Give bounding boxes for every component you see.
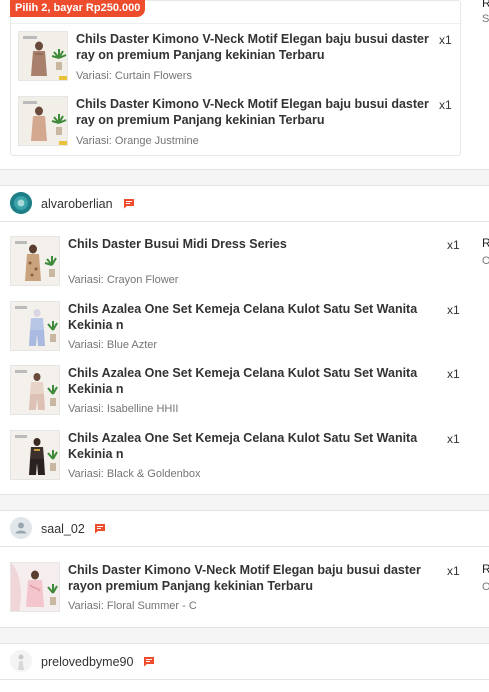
product-quantity: x1 — [447, 238, 460, 252]
product-thumbnail[interactable] — [10, 365, 60, 415]
product-name[interactable]: Chils Daster Kimono V-Neck Motif Elegan … — [76, 32, 436, 63]
product-name[interactable]: Chils Azalea One Set Kemeja Celana Kulot… — [68, 302, 443, 333]
product-name[interactable]: Chils Daster Busui Midi Dress Series — [68, 237, 443, 253]
product-variation: Variasi: Crayon Flower — [68, 274, 179, 286]
shop-header[interactable]: prelovedbyme90 — [0, 644, 489, 680]
product-name[interactable]: Chils Daster Kimono V-Neck Motif Elegan … — [68, 563, 443, 594]
shop-avatar[interactable] — [10, 192, 32, 214]
shop-avatar[interactable] — [10, 650, 32, 672]
order-status-column: R O — [482, 562, 489, 593]
section-divider — [0, 679, 489, 680]
bundle-promo-badge: Pilih 2, bayar Rp250.000 — [10, 0, 146, 17]
shop-header[interactable]: saal_02 — [0, 511, 489, 547]
bundle-separator — [11, 23, 462, 24]
shop-name[interactable]: saal_02 — [41, 522, 85, 536]
product-quantity: x1 — [439, 98, 452, 112]
status-text: R — [482, 562, 489, 576]
section-gap — [0, 495, 489, 510]
status-text: R — [482, 236, 489, 250]
order-status-column: R S — [482, 0, 489, 25]
status-subtext: S — [482, 13, 489, 25]
product-thumbnail[interactable] — [10, 236, 60, 286]
product-variation: Variasi: Orange Justmine — [76, 135, 199, 147]
product-quantity: x1 — [447, 564, 460, 578]
product-quantity: x1 — [439, 33, 452, 47]
product-name[interactable]: Chils Azalea One Set Kemeja Celana Kulot… — [68, 366, 443, 397]
product-variation: Variasi: Curtain Flowers — [76, 70, 192, 82]
product-quantity: x1 — [447, 303, 460, 317]
section-gap — [0, 170, 489, 185]
product-variation: Variasi: Floral Summer - C — [68, 600, 197, 612]
shop-header[interactable]: alvaroberlian — [0, 186, 489, 222]
product-variation: Variasi: Black & Goldenbox — [68, 468, 201, 480]
product-thumbnail[interactable] — [10, 562, 60, 612]
product-variation: Variasi: Blue Azter — [68, 339, 158, 351]
section-divider — [0, 221, 489, 222]
product-name[interactable]: Chils Azalea One Set Kemeja Celana Kulot… — [68, 431, 443, 462]
section-gap — [0, 628, 489, 643]
product-variation: Variasi: Isabelline HHII — [68, 403, 179, 415]
status-subtext: O — [482, 581, 489, 593]
status-subtext: O — [482, 255, 489, 267]
chat-bubble-icon[interactable] — [94, 523, 106, 534]
status-text: R — [482, 0, 489, 10]
product-quantity: x1 — [447, 432, 460, 446]
product-name[interactable]: Chils Daster Kimono V-Neck Motif Elegan … — [76, 97, 436, 128]
shop-name[interactable]: prelovedbyme90 — [41, 655, 133, 669]
chat-bubble-icon[interactable] — [143, 656, 155, 667]
bundle-card: Chils Daster Kimono V-Neck Motif Elegan … — [10, 0, 462, 156]
shop-name[interactable]: alvaroberlian — [41, 197, 113, 211]
product-thumbnail[interactable] — [10, 301, 60, 351]
order-status-column: R O — [482, 236, 489, 267]
product-thumbnail[interactable] — [18, 31, 68, 81]
chat-bubble-icon[interactable] — [123, 198, 135, 209]
product-thumbnail[interactable] — [18, 96, 68, 146]
user-icon[interactable] — [10, 517, 32, 539]
section-divider — [0, 546, 489, 547]
product-thumbnail[interactable] — [10, 430, 60, 480]
product-quantity: x1 — [447, 367, 460, 381]
